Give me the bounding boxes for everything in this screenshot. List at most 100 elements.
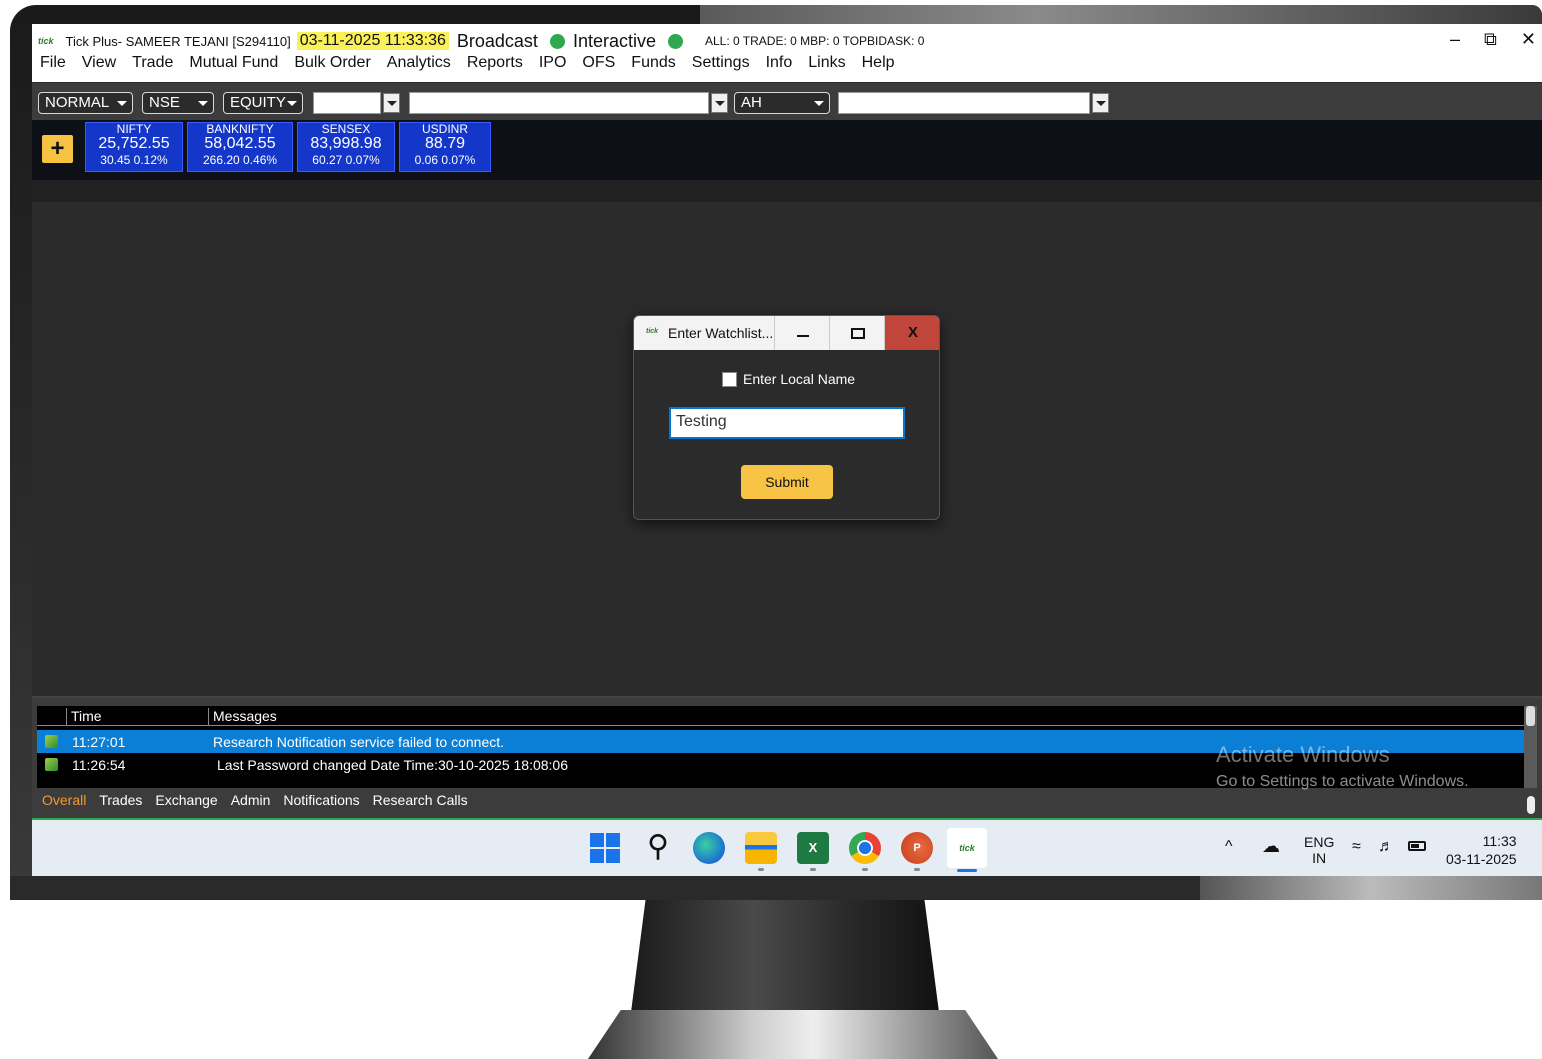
local-name-option: Enter Local Name — [722, 371, 855, 387]
menu-view[interactable]: View — [82, 54, 116, 72]
battery-icon[interactable] — [1408, 841, 1426, 851]
watchlist-name-input[interactable]: Testing — [669, 407, 905, 439]
tab-notifications[interactable]: Notifications — [283, 792, 359, 808]
windows-taskbar: ⚲ X P tick ^ ☁ ENG IN ≈ ♬ 11:33 03-11-20… — [32, 820, 1542, 876]
monitor-chin-reflection — [1200, 876, 1542, 900]
ticker-price: 58,042.55 — [204, 135, 276, 152]
system-clock[interactable]: 11:33 03-11-2025 — [1446, 832, 1517, 876]
tick-app-icon[interactable]: tick — [947, 828, 987, 868]
tab-trades[interactable]: Trades — [99, 792, 142, 808]
cloud-offline-icon[interactable]: ☁ — [1262, 836, 1280, 876]
extra-input[interactable] — [838, 92, 1090, 114]
ticker-banknifty[interactable]: BANKNIFTY 58,042.55 266.20 0.46% — [187, 122, 293, 172]
exchange-select-value: NSE — [149, 94, 180, 111]
message-status-icon — [45, 735, 58, 748]
ticker-price: 88.79 — [424, 135, 466, 152]
tab-exchange[interactable]: Exchange — [155, 792, 217, 808]
ticker-nifty[interactable]: NIFTY 25,752.55 30.45 0.12% — [85, 122, 183, 172]
ticker-price: 25,752.55 — [98, 135, 170, 152]
dialog-title: Enter Watchlist... — [668, 325, 774, 341]
ticker-change: 0.06 0.07% — [414, 153, 476, 167]
messages-tabs: Overall Trades Exchange Admin Notificati… — [42, 792, 468, 808]
mode-select[interactable]: NORMAL — [38, 92, 133, 114]
clock-time: 11:33 — [1482, 833, 1517, 849]
ticker-change: 266.20 0.46% — [202, 153, 278, 167]
local-name-checkbox[interactable] — [722, 371, 737, 387]
windows-start-icon[interactable] — [589, 832, 621, 864]
edge-browser-icon[interactable] — [693, 832, 725, 864]
menu-analytics[interactable]: Analytics — [387, 54, 451, 72]
tab-research-calls[interactable]: Research Calls — [373, 792, 468, 808]
tabs-scrollbar[interactable] — [1527, 796, 1535, 814]
menu-bar: File View Trade Mutual Fund Bulk Order A… — [40, 54, 895, 72]
tray-overflow-chevron-icon[interactable]: ^ — [1225, 838, 1233, 876]
minimize-button[interactable]: – — [1450, 29, 1460, 50]
monitor-chin — [10, 876, 1200, 900]
local-name-label: Enter Local Name — [743, 371, 856, 387]
message-status-icon — [45, 758, 58, 771]
menu-file[interactable]: File — [40, 54, 66, 72]
dialog-maximize-button[interactable] — [829, 316, 884, 350]
ticker-change: 60.27 0.07% — [312, 153, 380, 167]
menu-reports[interactable]: Reports — [467, 54, 523, 72]
column-header-time[interactable]: Time — [66, 708, 102, 726]
window-title: Tick Plus- SAMEER TEJANI [S294110] — [65, 33, 291, 49]
search-icon[interactable]: ⚲ — [642, 832, 674, 864]
tab-overall[interactable]: Overall — [42, 792, 86, 808]
ticker-sensex[interactable]: SENSEX 83,998.98 60.27 0.07% — [297, 122, 395, 172]
wifi-icon[interactable]: ≈ — [1352, 838, 1361, 876]
chevron-down-icon — [287, 101, 297, 106]
submit-button[interactable]: Submit — [741, 465, 833, 499]
messages-scrollbar[interactable] — [1524, 706, 1537, 788]
column-header-messages[interactable]: Messages — [208, 708, 277, 726]
interactive-status-dot-icon — [667, 33, 683, 49]
dialog-titlebar: tick Enter Watchlist... X — [634, 316, 939, 350]
chrome-icon[interactable] — [849, 832, 881, 864]
language-indicator[interactable]: ENG IN — [1304, 834, 1334, 876]
title-datetime: 03-11-2025 11:33:36 — [296, 32, 449, 50]
symbol-input[interactable] — [313, 92, 381, 114]
powerpoint-icon[interactable]: P — [901, 832, 933, 864]
excel-icon[interactable]: X — [797, 832, 829, 864]
dialog-minimize-button[interactable] — [774, 316, 829, 350]
chevron-down-icon — [198, 101, 208, 106]
clock-date: 03-11-2025 — [1446, 851, 1517, 867]
scrip-dropdown-button[interactable] — [711, 93, 728, 113]
chevron-down-icon — [117, 101, 127, 106]
messages-header: Time Messages — [37, 706, 1524, 726]
menu-ofs[interactable]: OFS — [582, 54, 615, 72]
menu-help[interactable]: Help — [862, 54, 895, 72]
menu-mutual-fund[interactable]: Mutual Fund — [189, 54, 278, 72]
exchange-select[interactable]: NSE — [142, 92, 214, 114]
file-explorer-icon[interactable] — [745, 832, 777, 864]
activate-windows-title: Activate Windows — [1216, 742, 1390, 767]
menu-links[interactable]: Links — [808, 54, 845, 72]
extra-dropdown-button[interactable] — [1092, 93, 1109, 113]
menu-trade[interactable]: Trade — [132, 54, 173, 72]
menu-settings[interactable]: Settings — [692, 54, 750, 72]
add-ticker-button[interactable]: + — [42, 135, 73, 163]
scrip-search-input[interactable] — [409, 92, 709, 114]
messages-table: Time Messages 11:27:01 Research Notifica… — [37, 706, 1524, 790]
activate-windows-subtitle: Go to Settings to activate Windows. — [1216, 773, 1469, 790]
app-logo-icon: tick — [38, 36, 54, 46]
menu-funds[interactable]: Funds — [631, 54, 675, 72]
ticker-name: USDINR — [421, 122, 468, 136]
message-text: Research Notification service failed to … — [213, 734, 505, 750]
running-indicator — [914, 868, 920, 871]
menu-ipo[interactable]: IPO — [539, 54, 567, 72]
restore-button[interactable]: ⧉ — [1484, 29, 1497, 50]
tab-admin[interactable]: Admin — [231, 792, 271, 808]
dialog-close-button[interactable]: X — [884, 316, 939, 350]
menu-info[interactable]: Info — [766, 54, 793, 72]
close-button[interactable]: ✕ — [1521, 29, 1536, 50]
symbol-dropdown-button[interactable] — [383, 93, 400, 113]
monitor-stand-neck — [630, 900, 940, 1020]
ticker-usdinr[interactable]: USDINR 88.79 0.06 0.07% — [399, 122, 491, 172]
window-controls: – ⧉ ✕ — [1450, 29, 1536, 50]
volume-icon[interactable]: ♬ — [1378, 838, 1394, 876]
app-titlebar: tick Tick Plus- SAMEER TEJANI [S294110] … — [32, 24, 1542, 82]
menu-bulk-order[interactable]: Bulk Order — [294, 54, 370, 72]
filter-select[interactable]: AH — [734, 92, 830, 114]
segment-select[interactable]: EQUITY — [223, 92, 303, 114]
